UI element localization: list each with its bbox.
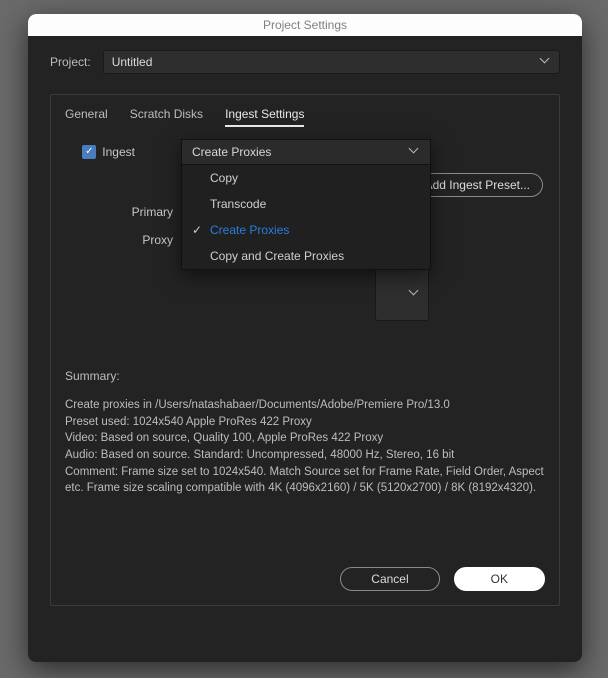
project-select[interactable]: Untitled	[103, 50, 560, 74]
tabs: General Scratch Disks Ingest Settings	[65, 107, 545, 127]
summary-heading: Summary:	[65, 369, 545, 383]
chevron-down-icon	[410, 289, 420, 299]
chevron-down-icon	[410, 147, 420, 157]
dropdown-option-transcode[interactable]: Transcode	[182, 191, 430, 217]
tab-ingest-settings[interactable]: Ingest Settings	[225, 107, 304, 127]
ingest-mode-dropdown[interactable]: Create Proxies Copy Transcode Create Pro…	[181, 139, 431, 270]
ingest-checkbox-label: Ingest	[102, 145, 135, 159]
summary-body: Create proxies in /Users/natashabaer/Doc…	[65, 397, 545, 497]
secondary-select-3[interactable]	[375, 267, 429, 321]
primary-row: Primary	[65, 205, 173, 219]
dropdown-header[interactable]: Create Proxies	[182, 140, 430, 165]
tab-general[interactable]: General	[65, 107, 108, 127]
add-ingest-preset-button[interactable]: Add Ingest Preset...	[412, 173, 543, 197]
project-row: Project: Untitled	[50, 50, 560, 74]
ingest-checkbox[interactable]	[82, 145, 96, 159]
dialog-footer: Cancel OK	[340, 567, 545, 591]
primary-label: Primary	[65, 205, 173, 219]
dropdown-selected-label: Create Proxies	[192, 145, 271, 159]
proxy-row: Proxy	[65, 233, 173, 247]
chevron-down-icon	[541, 57, 551, 67]
window-title: Project Settings	[263, 18, 347, 32]
dropdown-option-create-proxies[interactable]: Create Proxies	[182, 217, 430, 243]
summary-section: Summary: Create proxies in /Users/natash…	[65, 369, 545, 497]
settings-panel: General Scratch Disks Ingest Settings In…	[50, 94, 560, 606]
proxy-label: Proxy	[65, 233, 173, 247]
cancel-button[interactable]: Cancel	[340, 567, 439, 591]
dropdown-option-copy-and-create[interactable]: Copy and Create Proxies	[182, 243, 430, 269]
titlebar: Project Settings	[28, 14, 582, 36]
project-label: Project:	[50, 55, 91, 69]
dropdown-option-copy[interactable]: Copy	[182, 165, 430, 191]
project-name: Untitled	[112, 55, 153, 69]
content-area: Project: Untitled General Scratch Disks …	[28, 36, 582, 624]
ok-button[interactable]: OK	[454, 567, 545, 591]
tab-scratch-disks[interactable]: Scratch Disks	[130, 107, 203, 127]
project-settings-window: Project Settings Project: Untitled Gener…	[28, 14, 582, 662]
